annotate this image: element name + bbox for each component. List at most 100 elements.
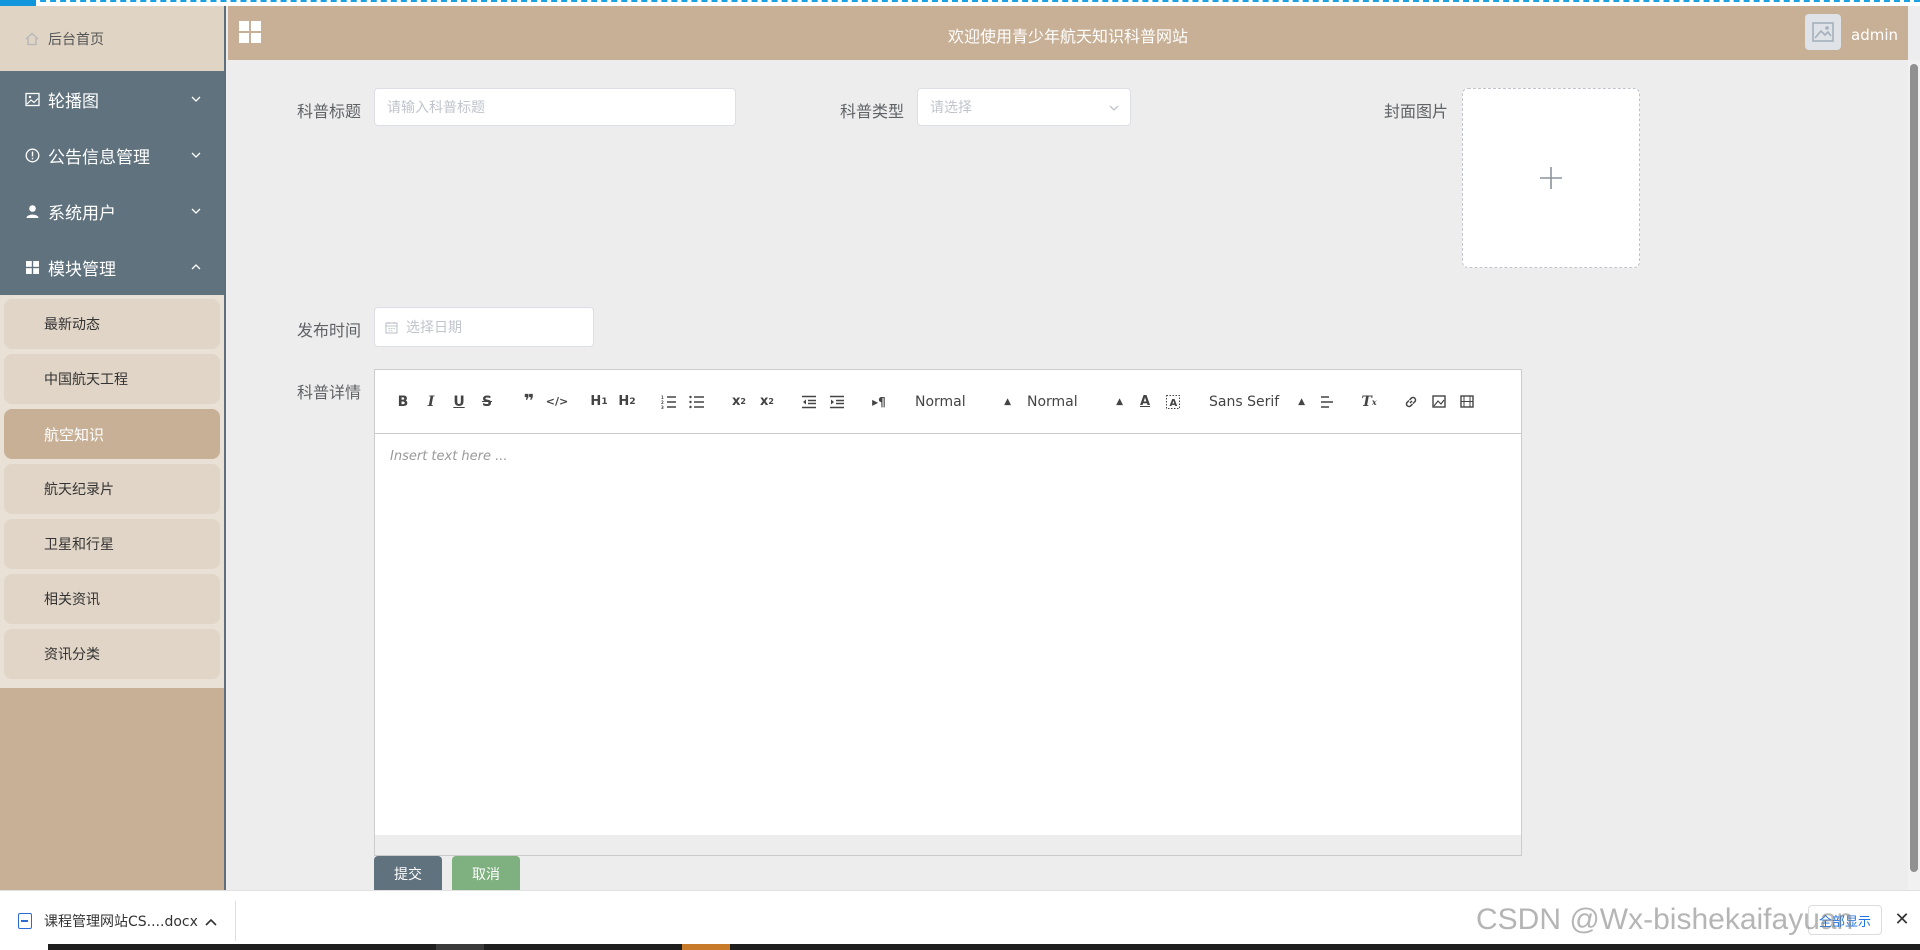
vertical-scrollbar[interactable]: [1908, 60, 1920, 890]
page-title: 欢迎使用青少年航天知识科普网站: [947, 27, 1188, 46]
calendar-icon: [385, 321, 398, 334]
date-label: 发布时间: [297, 321, 362, 340]
watermark: CSDN @Wx-bishekaifayuan: [1476, 903, 1854, 936]
sidebar-menu: 轮播图 公告信息管理 系统用户 模块管理: [0, 71, 224, 295]
sidebar-item-label: 轮播图: [48, 91, 99, 112]
title-label: 科普标题: [297, 102, 362, 121]
superscript-icon[interactable]: x2: [753, 390, 781, 414]
indent-icon[interactable]: [823, 390, 851, 414]
editor-toolbar: B I U S ❞ </> H1 H2 123 x2 x2 ▸¶ Normal …: [375, 370, 1521, 434]
close-icon[interactable]: ✕: [1892, 909, 1912, 930]
title-input-placeholder: 请输入科普标题: [387, 100, 485, 116]
text-color-icon[interactable]: A: [1131, 390, 1159, 414]
heading2-icon[interactable]: H2: [613, 390, 641, 414]
chevron-up-icon: [190, 261, 202, 273]
submenu-item-info-category[interactable]: 资讯分类: [4, 629, 220, 679]
user-icon: [24, 203, 40, 219]
top-header: 欢迎使用青少年航天知识科普网站 admin: [228, 6, 1908, 60]
rich-text-editor: B I U S ❞ </> H1 H2 123 x2 x2 ▸¶ Normal …: [374, 369, 1522, 856]
title-input[interactable]: 请输入科普标题: [374, 88, 736, 126]
type-select-placeholder: 请选择: [930, 100, 972, 116]
submenu-item-label: 相关资讯: [44, 592, 100, 608]
sidebar-item-users[interactable]: 系统用户: [0, 183, 224, 239]
underline-icon[interactable]: U: [445, 390, 473, 414]
header-format-select[interactable]: Normal ▲: [907, 390, 1019, 414]
clear-format-icon[interactable]: Tx: [1355, 390, 1383, 414]
cancel-button[interactable]: 取消: [452, 856, 520, 892]
submenu-item-label: 卫星和行星: [44, 537, 114, 553]
submit-button[interactable]: 提交: [374, 856, 442, 892]
chevron-up-icon[interactable]: [205, 913, 219, 927]
updown-arrow-icon: ▲: [1298, 396, 1305, 407]
progress-fill: [0, 0, 36, 6]
submenu-item-label: 资讯分类: [44, 647, 100, 663]
sidebar-item-notice[interactable]: 公告信息管理: [0, 127, 224, 183]
chevron-down-icon: [190, 149, 202, 161]
submenu-item-documentary[interactable]: 航天纪录片: [4, 464, 220, 514]
chevron-down-icon: [1108, 102, 1120, 114]
avatar[interactable]: [1805, 14, 1841, 50]
font-size-value: Normal: [1027, 393, 1078, 410]
submenu-item-label: 最新动态: [44, 317, 100, 333]
updown-arrow-icon: ▲: [1116, 396, 1123, 407]
editor-placeholder: Insert text here ...: [390, 449, 508, 464]
grid-icon: [24, 259, 40, 275]
home-icon: [24, 31, 40, 47]
username[interactable]: admin: [1851, 26, 1898, 44]
submenu-item-satellites-planets[interactable]: 卫星和行星: [4, 519, 220, 569]
align-icon[interactable]: [1313, 390, 1341, 414]
submenu-item-latest-news[interactable]: 最新动态: [4, 299, 220, 349]
cover-upload[interactable]: [1462, 88, 1640, 268]
download-file-name: 课程管理网站CS....docx: [44, 914, 198, 930]
font-family-value: Sans Serif: [1209, 393, 1280, 410]
divider: [235, 901, 236, 941]
sidebar-item-label: 公告信息管理: [48, 147, 150, 168]
image-placeholder-icon: [1812, 22, 1834, 42]
text-direction-icon[interactable]: ▸¶: [865, 390, 893, 414]
cover-label: 封面图片: [1384, 102, 1449, 121]
type-label: 科普类型: [840, 102, 905, 121]
editor-footer: [375, 835, 1521, 855]
bold-icon[interactable]: B: [389, 390, 417, 414]
detail-label: 科普详情: [297, 383, 362, 402]
date-picker-placeholder: 选择日期: [406, 320, 462, 336]
sidebar-item-label: 后台首页: [48, 31, 104, 48]
blockquote-icon[interactable]: ❞: [515, 390, 543, 414]
editor-content-area[interactable]: Insert text here ...: [375, 434, 1521, 835]
sidebar-item-carousel[interactable]: 轮播图: [0, 71, 224, 127]
submenu-item-aviation-knowledge[interactable]: 航空知识: [4, 409, 220, 459]
svg-text:A: A: [1170, 398, 1178, 409]
module-submenu: 最新动态 中国航天工程 航空知识 航天纪录片 卫星和行星 相关资讯 资讯分类: [0, 295, 224, 688]
bullet-list-icon[interactable]: [683, 390, 711, 414]
ordered-list-icon[interactable]: 123: [655, 390, 683, 414]
chevron-down-icon: [190, 93, 202, 105]
background-color-icon[interactable]: A: [1159, 390, 1187, 414]
date-picker[interactable]: 选择日期: [374, 307, 594, 347]
sidebar: 后台首页 轮播图 公告信息管理 系统用户 模块管理 最新动态 中国航天工程 航空…: [0, 0, 226, 890]
submenu-item-label: 航空知识: [44, 425, 105, 444]
sidebar-item-home[interactable]: 后台首页: [0, 6, 224, 71]
video-icon[interactable]: [1453, 390, 1481, 414]
sidebar-item-label: 系统用户: [48, 203, 116, 224]
document-icon: [18, 913, 32, 929]
plus-icon: [1540, 167, 1562, 189]
font-size-select[interactable]: Normal ▲: [1019, 390, 1131, 414]
type-select[interactable]: 请选择: [917, 88, 1131, 126]
submenu-item-china-aerospace[interactable]: 中国航天工程: [4, 354, 220, 404]
link-icon[interactable]: [1397, 390, 1425, 414]
submenu-item-label: 航天纪录片: [44, 482, 114, 498]
font-family-select[interactable]: Sans Serif ▲: [1201, 390, 1313, 414]
strikethrough-icon[interactable]: S: [473, 390, 501, 414]
submenu-item-related-info[interactable]: 相关资讯: [4, 574, 220, 624]
taskbar: [0, 944, 1920, 950]
download-item[interactable]: 课程管理网站CS....docx: [18, 909, 198, 933]
heading1-icon[interactable]: H1: [585, 390, 613, 414]
chevron-down-icon: [190, 205, 202, 217]
sidebar-item-modules[interactable]: 模块管理: [0, 239, 224, 295]
image-icon[interactable]: [1425, 390, 1453, 414]
italic-icon[interactable]: I: [417, 390, 445, 414]
scrollbar-thumb[interactable]: [1910, 64, 1918, 872]
code-block-icon[interactable]: </>: [543, 390, 571, 414]
outdent-icon[interactable]: [795, 390, 823, 414]
subscript-icon[interactable]: x2: [725, 390, 753, 414]
